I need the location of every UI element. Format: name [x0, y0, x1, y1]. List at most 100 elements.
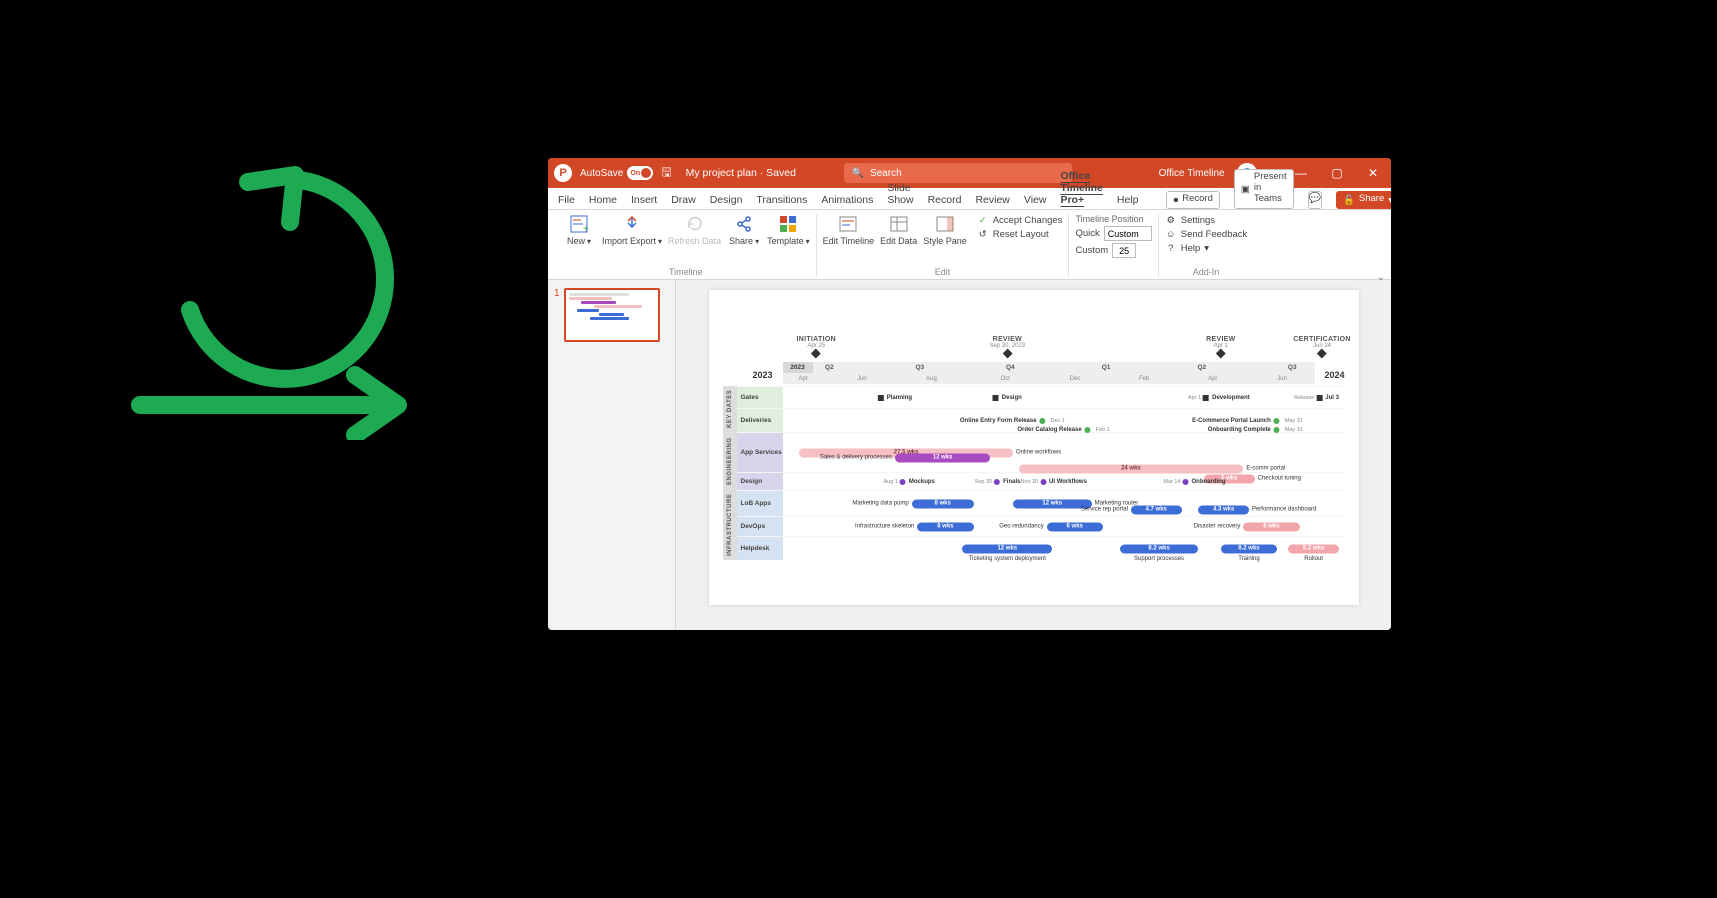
gantt-bar[interactable]: 8 wks	[912, 499, 974, 508]
tab-transitions[interactable]: Transitions	[756, 194, 807, 209]
new-button[interactable]: + New	[562, 214, 596, 246]
comments-button[interactable]: 💬	[1308, 191, 1322, 209]
tab-view[interactable]: View	[1024, 194, 1047, 209]
edit-data-button[interactable]: Edit Data	[880, 214, 917, 246]
tab-office-timeline[interactable]: Office Timeline Pro+	[1060, 170, 1102, 209]
share-icon	[734, 214, 754, 234]
row-label: LoB Apps	[737, 491, 783, 516]
year-end: 2024	[1324, 370, 1344, 380]
quarter-label: Q2	[825, 362, 834, 373]
position-title: Timeline Position	[1075, 214, 1151, 224]
gantt-milestone[interactable]: Apr 1Development	[1203, 395, 1250, 401]
gantt-milestone[interactable]: Nov 30UI Workflows	[1040, 479, 1087, 485]
collapse-ribbon-button[interactable]: ⌄	[1377, 272, 1385, 283]
slide-thumbnails: 1	[548, 280, 676, 630]
group-label: Edit	[935, 267, 951, 277]
template-button[interactable]: Template	[767, 214, 810, 246]
share-button[interactable]: 🔓 Share ▾	[1336, 191, 1391, 209]
row-label: Gates	[737, 387, 783, 408]
gantt-milestone[interactable]: Sep 30Finals	[994, 479, 1020, 485]
import-export-button[interactable]: Import Export	[602, 214, 662, 246]
swimlane-row: LoB Apps 8 wks 12 wks 4.7 wks 4.3 wks	[737, 490, 1345, 516]
gantt-bar[interactable]: 12 wks	[962, 544, 1052, 553]
edit-timeline-button[interactable]: Edit Timeline	[823, 214, 875, 246]
timeline-milestone: INITIATIONApr 25	[797, 336, 836, 357]
tab-insert[interactable]: Insert	[631, 194, 657, 209]
quarter-label: Q3	[916, 362, 925, 373]
tab-record[interactable]: Record	[928, 194, 962, 209]
tab-animations[interactable]: Animations	[821, 194, 873, 209]
share-timeline-button[interactable]: Share	[727, 214, 761, 246]
gantt-bar[interactable]: 12 wks	[895, 453, 991, 462]
swimlane-row: Gates Planning Design Apr 1Development Relea…	[737, 386, 1345, 408]
gantt-milestone[interactable]: Aug 1Mockups	[900, 479, 935, 485]
template-icon	[778, 214, 798, 234]
style-pane-button[interactable]: Style Pane	[923, 214, 967, 246]
feedback-icon: ☺	[1165, 228, 1177, 240]
close-button[interactable]: ✕	[1361, 166, 1385, 180]
gantt-bar[interactable]: 6 wks	[1243, 522, 1299, 531]
powerpoint-icon: P	[554, 164, 572, 182]
search-icon: 🔍	[852, 168, 864, 179]
gantt-bar[interactable]: 6 wks	[1047, 522, 1103, 531]
tab-file[interactable]: File	[558, 194, 575, 209]
gantt-bar[interactable]: 24 wks	[1019, 464, 1244, 473]
gantt-milestone[interactable]: Order Catalog ReleaseFeb 1	[1085, 427, 1110, 433]
month-label: Jun	[1277, 373, 1287, 384]
help-button[interactable]: ? Help ▾	[1165, 242, 1248, 254]
quick-select[interactable]	[1104, 226, 1152, 241]
row-label: Deliveries	[737, 409, 783, 432]
accept-changes-button[interactable]: ✓ Accept Changes	[977, 214, 1063, 226]
slide-canvas-area[interactable]: 2023 2024 INITIATIONApr 25REVIEWSep 30, …	[676, 280, 1391, 630]
row-track: Planning Design Apr 1Development ReleaseJul…	[783, 387, 1345, 408]
quarter-label: Q2	[1197, 362, 1206, 373]
month-label: Feb	[1139, 373, 1149, 384]
gantt-milestone[interactable]: Planning	[878, 395, 912, 401]
autosave-label: AutoSave	[580, 168, 623, 179]
switch-icon[interactable]: On	[627, 166, 653, 180]
record-button[interactable]: ⏺ Record	[1166, 191, 1219, 209]
gantt-milestone[interactable]: Design	[993, 395, 1022, 401]
tab-draw[interactable]: Draw	[671, 194, 696, 209]
gantt-bar[interactable]: 4.3 wks	[1198, 505, 1249, 514]
gantt-bar[interactable]: 12 wks	[1013, 499, 1092, 508]
tab-design[interactable]: Design	[710, 194, 743, 209]
tab-help[interactable]: Help	[1117, 194, 1139, 209]
import-export-icon	[622, 214, 642, 234]
new-icon: +	[569, 214, 589, 234]
gantt-bar[interactable]: 6 wks	[917, 522, 973, 531]
present-in-teams-button[interactable]: ▣ Present in Teams	[1234, 169, 1294, 209]
search-box[interactable]: 🔍 Search	[844, 163, 1072, 183]
gantt-milestone[interactable]: Onboarding CompleteMay 31	[1274, 427, 1303, 433]
gantt-bar[interactable]: 8.2 wks	[1221, 544, 1277, 553]
ribbon: + New Import Export Refresh Data	[548, 210, 1391, 280]
row-label: DevOps	[737, 517, 783, 536]
tab-slideshow[interactable]: Slide Show	[887, 182, 913, 209]
gantt-milestone[interactable]: ReleaseJul 3	[1316, 395, 1339, 401]
gantt-bar[interactable]: 8.2 wks	[1120, 544, 1199, 553]
gantt-bar[interactable]: 4.7 wks	[1131, 505, 1182, 514]
custom-label: Custom	[1075, 245, 1108, 256]
send-feedback-button[interactable]: ☺ Send Feedback	[1165, 228, 1248, 240]
gantt-milestone[interactable]: E-Commerce Portal LaunchMay 31	[1274, 418, 1303, 424]
swimlane-row: App Services27.5 wks12 wks24 wks5 wks	[737, 432, 1345, 472]
year-chip: 2023	[783, 362, 813, 373]
tab-review[interactable]: Review	[975, 194, 1009, 209]
gantt-bar[interactable]: 5.2 wks	[1288, 544, 1339, 553]
search-placeholder: Search	[870, 168, 902, 179]
custom-input[interactable]	[1112, 243, 1136, 258]
swimlane-row: Deliveries Online Entry Form ReleaseDec 1…	[737, 408, 1345, 432]
gantt-milestone[interactable]: Online Entry Form ReleaseDec 1	[1040, 418, 1065, 424]
save-icon[interactable]: 🖫	[661, 163, 671, 184]
timeline-milestone: REVIEWApr 1	[1206, 336, 1235, 357]
settings-button[interactable]: ⚙ Settings	[1165, 214, 1248, 226]
maximize-button[interactable]: ▢	[1325, 166, 1349, 180]
workspace: 1 2023 2024 INITIATIONApr 25REVIEWSep 30…	[548, 280, 1391, 630]
gantt-milestone[interactable]: Mar 14Onboarding	[1183, 479, 1226, 485]
autosave-toggle[interactable]: AutoSave On	[580, 166, 653, 180]
group-label: Add-In	[1193, 267, 1220, 277]
gear-icon: ⚙	[1165, 214, 1177, 226]
tab-home[interactable]: Home	[589, 194, 617, 209]
reset-layout-button[interactable]: ↺ Reset Layout	[977, 228, 1063, 240]
slide-thumbnail-1[interactable]	[564, 288, 660, 342]
